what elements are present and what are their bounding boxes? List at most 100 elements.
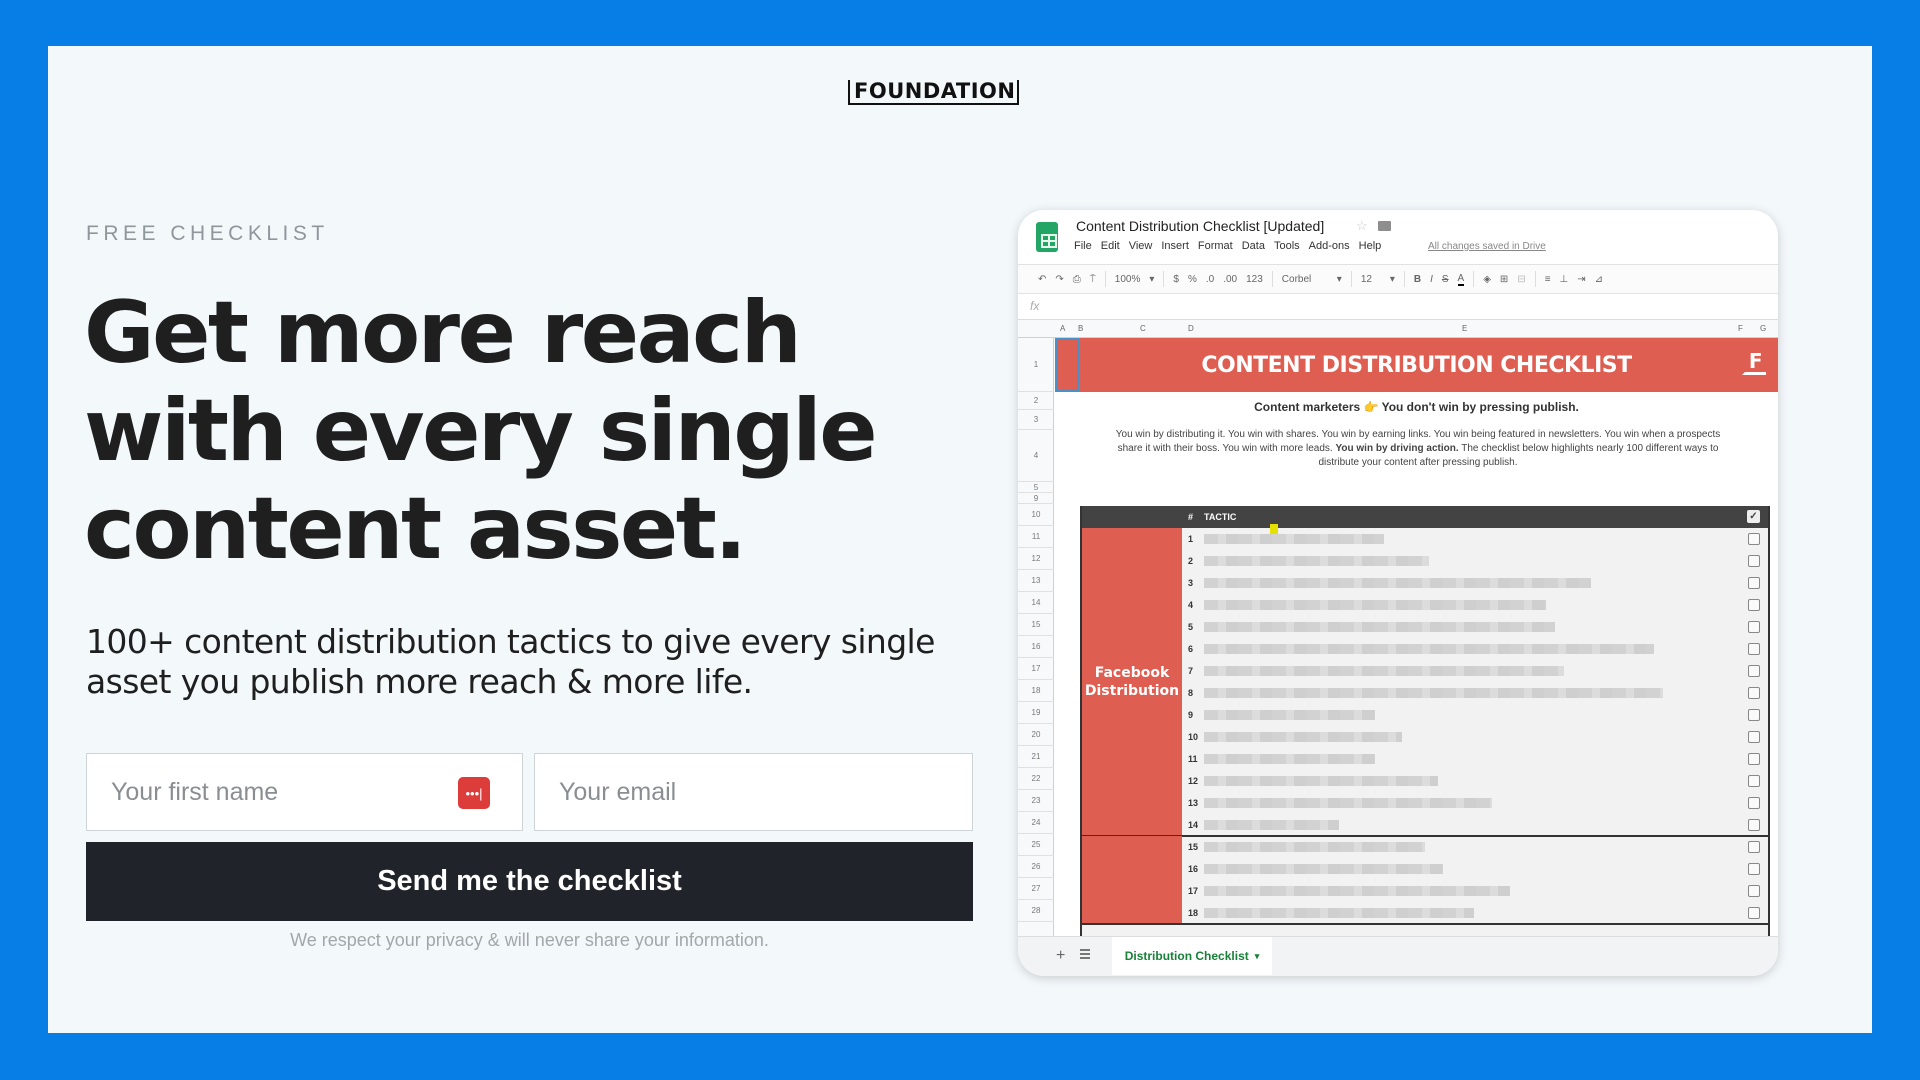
header-checkbox-icon[interactable]: ✓ [1747,510,1760,523]
fill-color-icon[interactable]: ◈ [1483,274,1491,285]
checkbox[interactable] [1748,819,1760,831]
column-header[interactable]: E [1462,324,1467,333]
column-header[interactable]: F [1738,324,1743,333]
row-header[interactable]: 11 [1018,526,1054,548]
row-header[interactable]: 9 [1018,493,1054,504]
folder-icon[interactable] [1378,221,1391,231]
font-select[interactable]: Corbel [1282,274,1328,285]
chevron-down-icon[interactable]: ▾ [1255,951,1260,962]
row-header[interactable]: 22 [1018,768,1054,790]
password-manager-icon[interactable]: •••| [458,777,490,809]
row-header[interactable]: 16 [1018,636,1054,658]
checkbox[interactable] [1748,885,1760,897]
all-sheets-icon[interactable] [1080,949,1090,959]
chevron-down-icon[interactable]: ▾ [1390,274,1395,285]
borders-icon[interactable]: ⊞ [1500,274,1508,285]
menu-data[interactable]: Data [1242,240,1265,252]
row-header[interactable]: 19 [1018,702,1054,724]
bold-button[interactable]: B [1414,274,1421,285]
column-header[interactable]: D [1188,324,1194,333]
checkbox[interactable] [1748,533,1760,545]
checkbox[interactable] [1748,753,1760,765]
checkbox[interactable] [1748,797,1760,809]
text-color-button[interactable]: A [1457,273,1465,286]
italic-button[interactable]: I [1430,274,1433,285]
row-header[interactable]: 18 [1018,680,1054,702]
formula-bar[interactable]: fx [1018,294,1778,320]
email-field[interactable] [534,753,973,831]
column-header[interactable]: B [1078,324,1083,333]
row-header[interactable]: 14 [1018,592,1054,614]
menu-edit[interactable]: Edit [1101,240,1120,252]
selected-cell[interactable] [1055,338,1079,392]
row-header[interactable]: 13 [1018,570,1054,592]
first-name-input[interactable] [87,777,522,807]
row-header[interactable]: 28 [1018,900,1054,922]
zoom-select[interactable]: 100% [1115,274,1141,285]
checkbox[interactable] [1748,775,1760,787]
checkbox[interactable] [1748,643,1760,655]
checkbox[interactable] [1748,555,1760,567]
checkbox[interactable] [1748,731,1760,743]
row-header[interactable]: 20 [1018,724,1054,746]
row-header[interactable]: 21 [1018,746,1054,768]
column-header[interactable]: C [1140,324,1146,333]
row-header[interactable]: 27 [1018,878,1054,900]
save-status[interactable]: All changes saved in Drive [1428,241,1546,252]
menu-format[interactable]: Format [1198,240,1233,252]
number-format-select[interactable]: 123 [1246,274,1263,285]
send-checklist-button[interactable]: Send me the checklist [86,842,973,921]
first-name-field[interactable]: •••| [86,753,523,831]
merge-cells-icon[interactable]: ⊟ [1517,274,1525,285]
menu-insert[interactable]: Insert [1161,240,1189,252]
row-header[interactable]: 23 [1018,790,1054,812]
row-header[interactable]: 10 [1018,504,1054,526]
star-icon[interactable]: ☆ [1356,218,1368,234]
foundation-logo[interactable]: FOUNDATION [848,80,1020,105]
menu-help[interactable]: Help [1359,240,1382,252]
checkbox[interactable] [1748,709,1760,721]
row-header[interactable]: 12 [1018,548,1054,570]
row-header[interactable]: 3 [1018,410,1054,430]
undo-icon[interactable]: ↶ [1038,274,1046,285]
menu-tools[interactable]: Tools [1274,240,1300,252]
paint-format-icon[interactable]: ⍑ [1090,274,1096,285]
row-header[interactable]: 5 [1018,482,1054,493]
redo-icon[interactable]: ↷ [1055,274,1063,285]
checkbox[interactable] [1748,863,1760,875]
row-header[interactable]: 15 [1018,614,1054,636]
column-header[interactable]: G [1760,324,1766,333]
text-rotate-icon[interactable]: ⊿ [1595,274,1603,285]
currency-format-button[interactable]: $ [1173,274,1179,285]
checkbox[interactable] [1748,665,1760,677]
row-header[interactable]: 25 [1018,834,1054,856]
add-sheet-button[interactable]: + [1056,947,1065,965]
column-header[interactable]: A [1060,324,1065,333]
chevron-down-icon[interactable]: ▾ [1337,274,1342,285]
row-header[interactable]: 2 [1018,392,1054,410]
row-header[interactable]: 24 [1018,812,1054,834]
menu-view[interactable]: View [1129,240,1153,252]
align-icon[interactable]: ≡ [1545,274,1551,285]
row-header[interactable]: 1 [1018,338,1054,392]
sheet-tab-distribution-checklist[interactable]: Distribution Checklist ▾ [1112,937,1272,975]
row-header[interactable]: 17 [1018,658,1054,680]
row-header[interactable]: 26 [1018,856,1054,878]
print-icon[interactable]: ⎙ [1073,274,1081,285]
decrease-decimal-button[interactable]: .0 [1206,274,1214,285]
vertical-align-icon[interactable]: ⊥ [1560,274,1569,285]
document-title[interactable]: Content Distribution Checklist [Updated] [1076,218,1324,234]
checkbox[interactable] [1748,907,1760,919]
checkbox[interactable] [1748,599,1760,611]
menu-file[interactable]: File [1074,240,1092,252]
strikethrough-button[interactable]: S [1442,274,1449,285]
text-wrap-icon[interactable]: ⇥ [1577,274,1585,285]
menu-addons[interactable]: Add-ons [1309,240,1350,252]
checkbox[interactable] [1748,841,1760,853]
chevron-down-icon[interactable]: ▾ [1149,274,1154,285]
checkbox[interactable] [1748,577,1760,589]
checkbox[interactable] [1748,687,1760,699]
font-size-select[interactable]: 12 [1361,274,1381,285]
email-input[interactable] [535,777,972,807]
percent-format-button[interactable]: % [1188,274,1197,285]
